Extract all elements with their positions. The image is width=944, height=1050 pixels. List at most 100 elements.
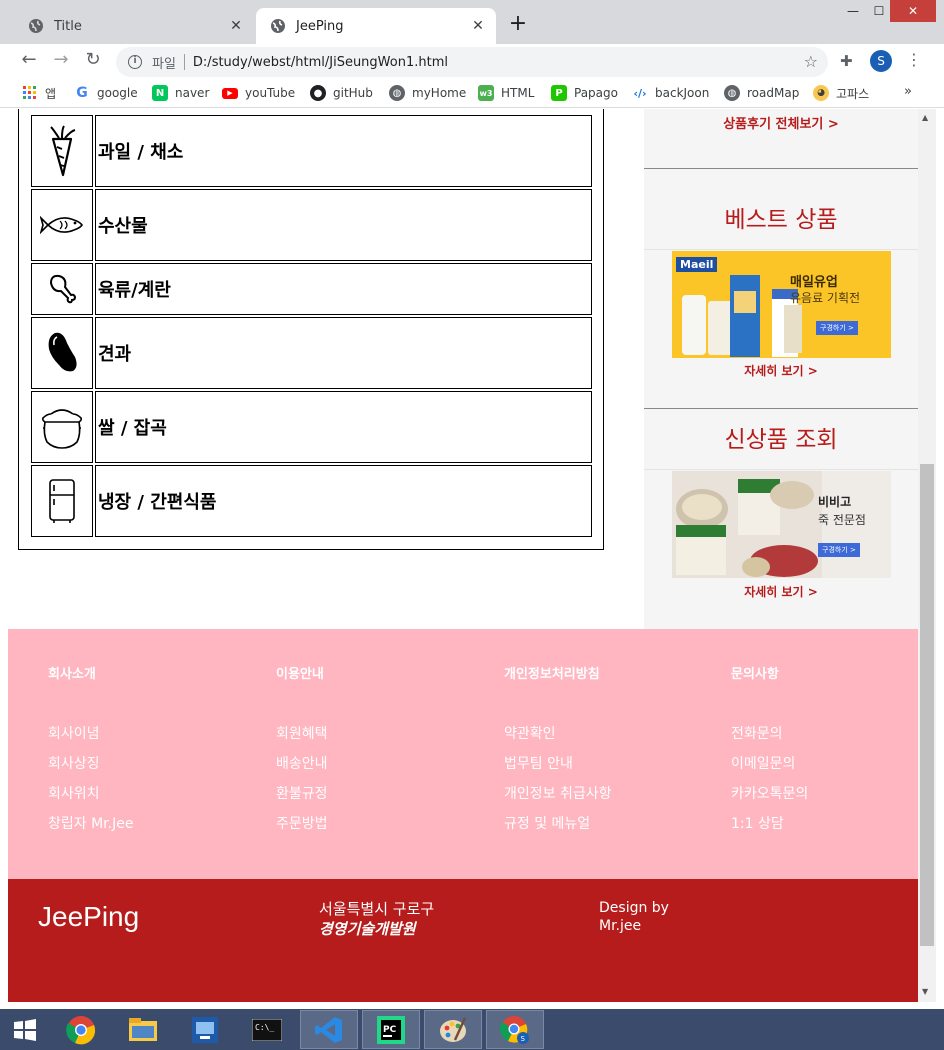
footer-link[interactable]: 법무팀 안내 (504, 753, 704, 783)
chrome-icon[interactable] (52, 1010, 110, 1049)
bookmark-myhome[interactable]: ◍ myHome (389, 84, 466, 102)
close-icon[interactable]: ✕ (466, 18, 490, 34)
footer-link[interactable]: 환불규정 (276, 783, 476, 813)
globe-icon: ◍ (389, 85, 405, 101)
back-arrow-icon[interactable]: ← (18, 50, 40, 72)
bookmark-label: roadMap (747, 86, 800, 100)
footer-link[interactable]: 회사상징 (48, 753, 248, 783)
file-explorer-icon[interactable] (114, 1010, 172, 1049)
footer-column-guide: 이용안내 회원혜택 배송안내 환불규정 주문방법 (276, 663, 476, 843)
tab-jeeping[interactable]: JeePing ✕ (256, 8, 496, 44)
tiger-icon: ◕ (813, 85, 829, 101)
bookmark-label: HTML (501, 86, 535, 100)
bookmark-apps[interactable]: 앱 (22, 84, 56, 102)
footer-link[interactable]: 1:1 상담 (731, 813, 918, 843)
chrome-profile-icon[interactable]: S (486, 1010, 544, 1049)
footer-bar: JeePing 서울특별시 구로구 경영기술개발원 Design by Mr.j… (8, 879, 918, 1002)
address-line: 경영기술개발원 (319, 920, 416, 938)
footer-link[interactable]: 주문방법 (276, 813, 476, 843)
new-tab-button[interactable]: + (506, 13, 530, 37)
divider (644, 408, 918, 409)
tab-title-page[interactable]: Title ✕ (14, 8, 254, 44)
best-detail-link[interactable]: 자세히 보기 > (644, 362, 918, 379)
forward-arrow-icon[interactable]: → (50, 50, 72, 72)
windows-taskbar: C:\_ PC S (0, 1009, 944, 1050)
footer-link[interactable]: 개인정보 취급사항 (504, 783, 704, 813)
info-icon[interactable]: i (128, 55, 142, 69)
close-icon[interactable]: ✕ (224, 18, 248, 34)
naver-icon: N (152, 85, 168, 101)
scroll-thumb[interactable] (920, 464, 934, 946)
bookmark-label: 고파스 (836, 86, 870, 101)
bookmark-youtube[interactable]: ▶ youTube (222, 84, 295, 102)
category-row[interactable]: 냉장 / 간편식품 (31, 465, 592, 537)
globe-icon: ◍ (724, 85, 740, 101)
scheme-label: 파일 (152, 56, 176, 72)
scroll-down-icon[interactable]: ▼ (922, 987, 928, 996)
site-logo[interactable]: JeePing (38, 901, 139, 933)
profile-avatar[interactable]: S (870, 50, 892, 72)
bookmark-star-icon[interactable]: ☆ (804, 52, 818, 71)
category-row[interactable]: 육류/계란 (31, 263, 592, 315)
footer-link[interactable]: 창립자 Mr.Jee (48, 813, 248, 843)
category-row[interactable]: 견과 (31, 317, 592, 389)
category-icon-cell (31, 317, 93, 389)
category-row[interactable]: 쌀 / 잡곡 (31, 391, 592, 463)
bookmark-roadmap[interactable]: ◍ roadMap (724, 84, 799, 102)
vertical-scrollbar[interactable]: ▲ ▼ (918, 109, 936, 1002)
bookmark-naver[interactable]: N naver (152, 84, 209, 102)
footer-link[interactable]: 회원혜택 (276, 723, 476, 753)
review-all-link[interactable]: 상품후기 전체보기 > (644, 113, 918, 132)
category-row[interactable]: 과일 / 채소 (31, 115, 592, 187)
address-bar[interactable]: i 파일 D:/study/webst/html/JiSeungWon1.htm… (116, 47, 828, 77)
menu-kebab-icon[interactable]: ⋮ (906, 50, 922, 69)
vscode-icon[interactable] (300, 1010, 358, 1049)
category-row[interactable]: 수산물 (31, 189, 592, 261)
footer-link[interactable]: 회사이념 (48, 723, 248, 753)
paint-icon[interactable] (424, 1010, 482, 1049)
bookmark-label: myHome (412, 86, 467, 100)
fish-icon (40, 215, 83, 235)
banner-button: 구경하기 > (818, 543, 860, 557)
footer-link[interactable]: 이메일문의 (731, 753, 918, 783)
bookmark-gopas[interactable]: ◕ 고파스 (813, 84, 869, 102)
bookmark-html[interactable]: w3 HTML (478, 84, 534, 102)
svg-text:S: S (521, 1035, 526, 1043)
category-icon-cell (31, 189, 93, 261)
category-icon-cell (31, 465, 93, 537)
credit-line: Design by (599, 900, 669, 916)
bookmarks-bar: 앱 G google N naver ▶ youTube ● gitHub ◍ … (0, 78, 944, 108)
footer-link[interactable]: 전화문의 (731, 723, 918, 753)
close-window-button[interactable]: ✕ (890, 0, 936, 22)
fridge-icon (49, 479, 75, 523)
bookmark-backjoon[interactable]: ‹/› backJoon (632, 84, 709, 102)
bookmark-papago[interactable]: P Papago (551, 84, 618, 102)
footer-link[interactable]: 카카오톡문의 (731, 783, 918, 813)
terminal-icon[interactable]: C:\_ (238, 1010, 296, 1049)
bookmarks-more-button[interactable]: » (904, 84, 912, 99)
footer-link[interactable]: 약관확인 (504, 723, 704, 753)
new-detail-link[interactable]: 자세히 보기 > (644, 583, 918, 600)
bibigo-banner[interactable]: 비비고 죽 전문점 구경하기 > (672, 471, 891, 578)
tab-strip: Title ✕ JeePing ✕ + — ☐ ✕ (0, 0, 944, 44)
footer-link[interactable]: 회사위치 (48, 783, 248, 813)
pycharm-icon[interactable]: PC (362, 1010, 420, 1049)
reload-icon[interactable]: ↻ (82, 50, 104, 72)
windows-start-icon[interactable] (0, 1010, 54, 1049)
scroll-up-icon[interactable]: ▲ (922, 113, 928, 122)
footer-link[interactable]: 규정 및 메뉴얼 (504, 813, 704, 843)
bookmark-google[interactable]: G google (74, 84, 138, 102)
bookmark-label: google (97, 86, 138, 100)
url-text[interactable]: D:/study/webst/html/JiSeungWon1.html (193, 55, 448, 70)
footer-link[interactable]: 배송안내 (276, 753, 476, 783)
extensions-puzzle-icon[interactable]: ✚ (840, 52, 853, 70)
category-label: 냉장 / 간편식품 (95, 465, 592, 537)
category-label: 육류/계란 (95, 263, 592, 315)
bookmark-github[interactable]: ● gitHub (310, 84, 373, 102)
porridge-products-image (672, 471, 822, 578)
remote-desktop-icon[interactable] (176, 1010, 234, 1049)
banner-line1: 매일유업 (790, 275, 838, 290)
maeil-banner[interactable]: Maeil 매일유업 유음료 기획전 구경하기 > (672, 251, 891, 358)
code-icon: ‹/› (633, 86, 647, 100)
bookmark-label: naver (175, 86, 210, 100)
